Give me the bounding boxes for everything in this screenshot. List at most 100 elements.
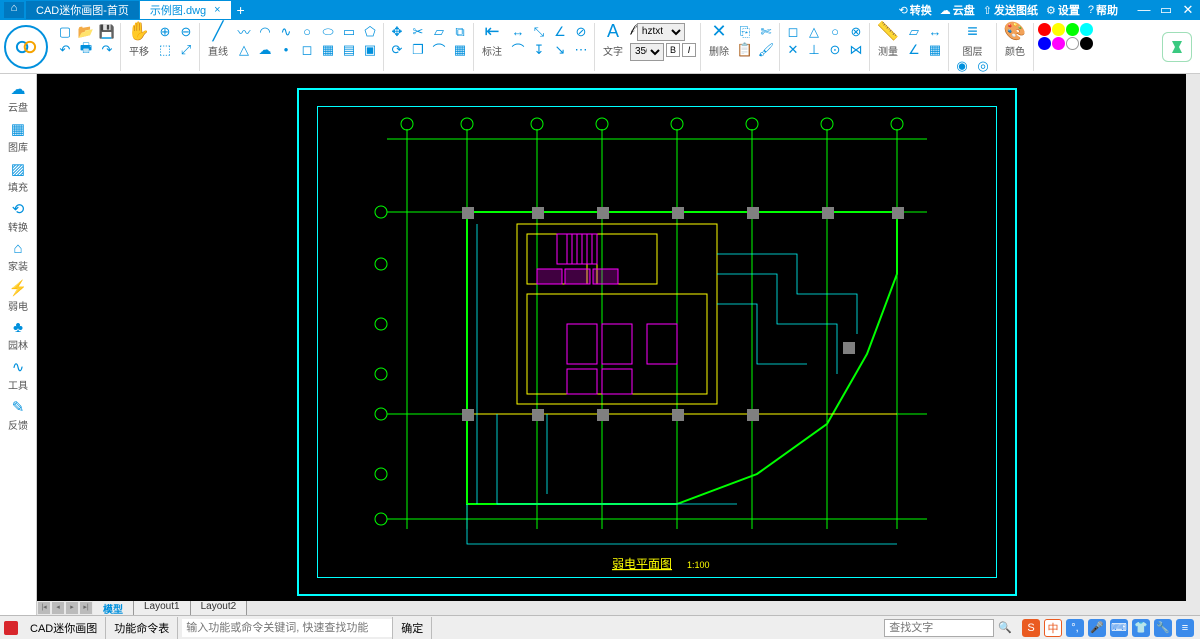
italic-button[interactable]: I (682, 43, 696, 57)
save-icon[interactable]: 💾 (98, 23, 116, 41)
snap-near-icon[interactable]: ⋈ (847, 41, 865, 59)
sidebar-item-7[interactable]: ∿工具 (0, 358, 36, 392)
hatch-icon[interactable]: ▦ (319, 41, 337, 59)
sidebar-item-2[interactable]: ▨填充 (0, 160, 36, 194)
sogou-ime-icon[interactable] (1162, 32, 1192, 62)
polygon-icon[interactable]: ⬠ (361, 23, 379, 41)
minimize-button[interactable]: — (1136, 2, 1152, 18)
circle-icon[interactable]: ○ (298, 23, 316, 41)
search-icon[interactable]: 🔍 (994, 621, 1016, 634)
array-icon[interactable]: ▦ (451, 41, 469, 59)
block-icon[interactable]: ▣ (361, 41, 379, 59)
close-button[interactable]: ✕ (1180, 2, 1196, 18)
move-icon[interactable]: ✥ (388, 23, 406, 41)
ok-button[interactable]: 确定 (392, 617, 432, 639)
dim-arc-icon[interactable]: ⌒ (509, 41, 527, 59)
sidebar-item-3[interactable]: ⟲转换 (0, 200, 36, 234)
text-button[interactable]: A文字 (599, 23, 627, 57)
arc-icon[interactable]: ◠ (256, 23, 274, 41)
layer-button[interactable]: ≡图层 (959, 23, 987, 57)
zoom-extents-icon[interactable]: ⤢ (177, 41, 195, 59)
dim-cont-icon[interactable]: ⋯ (572, 41, 590, 59)
new-file-icon[interactable]: ▢ (56, 23, 74, 41)
sidebar-item-0[interactable]: ☁云盘 (0, 80, 36, 114)
snap-perp-icon[interactable]: ⊥ (805, 41, 823, 59)
paste-icon[interactable]: 📋 (736, 41, 754, 59)
scroll-last-icon[interactable]: ▸| (80, 602, 92, 614)
copy-icon[interactable]: ⎘ (736, 23, 754, 41)
dim-leader-icon[interactable]: ↘ (551, 41, 569, 59)
layout-tab-2[interactable]: Layout2 (191, 601, 248, 615)
bold-button[interactable]: B (666, 43, 680, 57)
point-icon[interactable]: • (277, 41, 295, 59)
menu-cloud[interactable]: ☁ 云盘 (940, 2, 975, 18)
color-swatch-3[interactable] (1080, 23, 1093, 36)
rotate-icon[interactable]: ⟳ (388, 41, 406, 59)
snap-mid-icon[interactable]: △ (805, 23, 823, 41)
scroll-first-icon[interactable]: |◂ (38, 602, 50, 614)
zoom-out-icon[interactable]: ⊖ (177, 23, 195, 41)
search-text-input[interactable] (884, 619, 994, 637)
tray-punct-icon[interactable]: °, (1066, 619, 1084, 637)
dim-button[interactable]: ⇤标注 (478, 23, 506, 57)
dim-radius-icon[interactable]: ⊘ (572, 23, 590, 41)
tray-tool-icon[interactable]: 🔧 (1154, 619, 1172, 637)
layout-tab-1[interactable]: Layout1 (134, 601, 191, 615)
snap-tan-icon[interactable]: ⊙ (826, 41, 844, 59)
color-swatch-0[interactable] (1038, 23, 1051, 36)
region-icon[interactable]: ▤ (340, 41, 358, 59)
command-input[interactable] (182, 619, 392, 637)
snap-cen-icon[interactable]: ○ (826, 23, 844, 41)
tray-kb-icon[interactable]: ⌨ (1110, 619, 1128, 637)
zoom-window-icon[interactable]: ⬚ (156, 41, 174, 59)
dim-linear-icon[interactable]: ↔ (509, 23, 527, 41)
horizontal-scrollbar[interactable]: |◂ ◂ ▸ ▸| 模型 Layout1 Layout2 (37, 601, 1200, 615)
function-table-button[interactable]: 功能命令表 (106, 617, 178, 639)
area-icon[interactable]: ▱ (905, 23, 923, 41)
vertical-scrollbar[interactable] (1186, 74, 1200, 601)
layout-tab-model[interactable]: 模型 (93, 601, 134, 615)
size-select[interactable]: 350 (630, 43, 664, 61)
tab-home[interactable]: CAD迷你画图-首页 (26, 1, 139, 19)
tray-skin-icon[interactable]: 👕 (1132, 619, 1150, 637)
scroll-prev-icon[interactable]: ◂ (52, 602, 64, 614)
tri-icon[interactable]: △ (235, 41, 253, 59)
color-swatch-1[interactable] (1052, 23, 1065, 36)
tray-ime-icon[interactable]: 中 (1044, 619, 1062, 637)
cut-icon[interactable]: ✄ (757, 23, 775, 41)
sidebar-item-5[interactable]: ⚡弱电 (0, 279, 36, 313)
color-swatch-4[interactable] (1038, 37, 1051, 50)
ellipse-icon[interactable]: ⬭ (319, 23, 337, 41)
undo-icon[interactable]: ↶ (56, 41, 74, 59)
color-swatch-7[interactable] (1080, 37, 1093, 50)
trim-icon[interactable]: ✂ (409, 23, 427, 41)
home-icon[interactable]: ⌂ (4, 2, 24, 18)
sidebar-item-4[interactable]: ⌂家装 (0, 240, 36, 273)
color-swatch-6[interactable] (1066, 37, 1079, 50)
tab-file[interactable]: 示例图.dwg × (140, 1, 231, 19)
rect-icon[interactable]: ▭ (340, 23, 358, 41)
font-select[interactable]: hztxt (637, 23, 685, 41)
dist-icon[interactable]: ↔ (926, 23, 944, 41)
angle-m-icon[interactable]: ∠ (905, 41, 923, 59)
spline-icon[interactable]: ∿ (277, 23, 295, 41)
mirror-icon[interactable]: ⧉ (451, 23, 469, 41)
pan-button[interactable]: ✋平移 (125, 23, 153, 57)
maximize-button[interactable]: ▭ (1158, 2, 1174, 18)
dim-ord-icon[interactable]: ↧ (530, 41, 548, 59)
snap-end-icon[interactable]: ◻ (784, 23, 802, 41)
menu-send[interactable]: ⇧ 发送图纸 (983, 2, 1038, 18)
menu-help[interactable]: ? 帮助 (1088, 2, 1118, 18)
scroll-next-icon[interactable]: ▸ (66, 602, 78, 614)
tray-mic-icon[interactable]: 🎤 (1088, 619, 1106, 637)
sidebar-item-8[interactable]: ✎反馈 (0, 398, 36, 432)
layer-off-icon[interactable]: ◎ (974, 57, 992, 75)
sidebar-item-1[interactable]: ▦图库 (0, 120, 36, 154)
delete-button[interactable]: ✕删除 (705, 23, 733, 57)
shape-icon[interactable]: ◻ (298, 41, 316, 59)
redo-icon[interactable]: ↷ (98, 41, 116, 59)
table-icon[interactable]: ▦ (926, 41, 944, 59)
app-logo-icon[interactable] (4, 25, 48, 69)
offset-icon[interactable]: ▱ (430, 23, 448, 41)
tray-sogou-icon[interactable]: S (1022, 619, 1040, 637)
